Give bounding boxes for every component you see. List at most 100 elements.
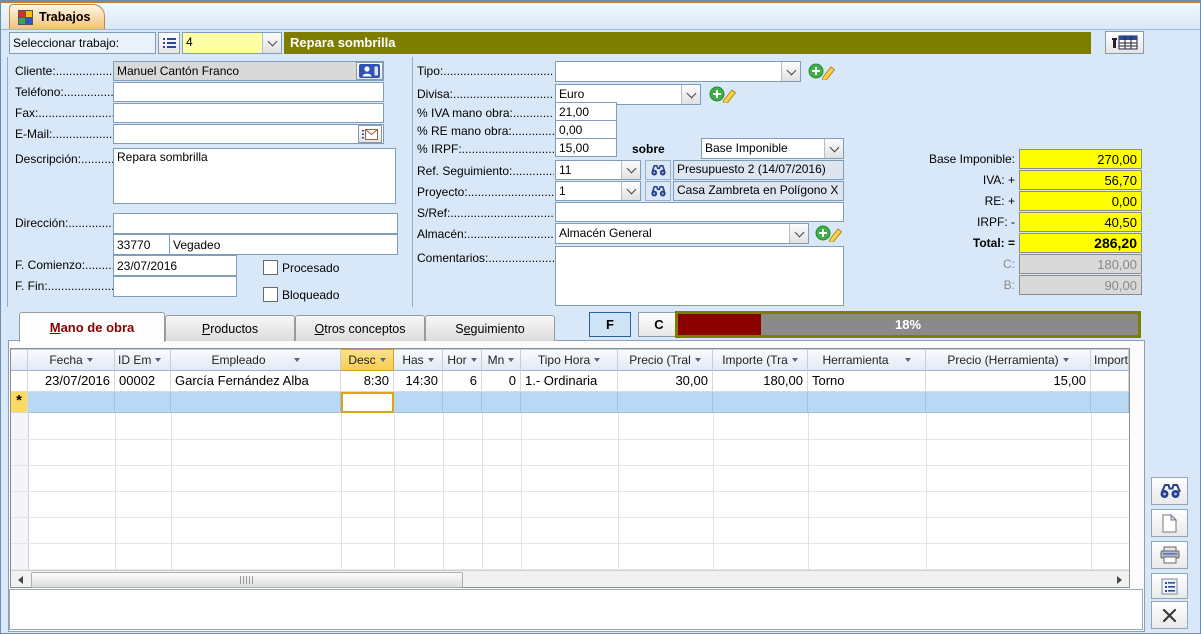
search-button[interactable] [1151,477,1188,505]
cell-mn[interactable]: 0 [482,371,521,392]
cell-fecha[interactable]: 23/07/2016 [28,371,115,392]
tab-seguimiento[interactable]: Seguimiento [425,315,555,341]
ciudad-input[interactable] [169,234,398,255]
chevron-down-icon [686,88,696,98]
new-cell-importe-herramienta[interactable] [1091,392,1129,413]
irpf-sobre-combo[interactable]: Base Imponible [701,138,844,159]
new-cell-precio-herramienta[interactable] [926,392,1091,413]
almacen-dropdown[interactable] [789,224,808,243]
new-cell-herramienta[interactable] [808,392,926,413]
ref-seguimiento-dropdown[interactable] [621,161,640,179]
ref-seguimiento-combo[interactable]: 11 [555,160,641,180]
f-comienzo-input[interactable] [113,255,237,276]
job-list-button[interactable] [158,32,180,54]
almacen-edit-button[interactable] [813,223,847,243]
irpf-input[interactable] [555,138,617,157]
proyecto-dropdown[interactable] [621,182,640,200]
row-selector[interactable] [11,371,28,392]
tab-trabajos[interactable]: Trabajos [9,4,105,29]
col-header-fecha[interactable]: Fecha [28,349,115,371]
scroll-right-button[interactable] [1111,572,1128,587]
almacen-combo[interactable]: Almacén General [555,223,809,244]
cell-tipo-hora[interactable]: 1.- Ordinaria [521,371,618,392]
cell-empleado[interactable]: García Fernández Alba [171,371,341,392]
descripcion-textarea[interactable]: Repara sombrilla [113,148,396,204]
job-number-dropdown[interactable] [262,33,281,53]
new-cell-has[interactable] [394,392,443,413]
notes-icon [1161,578,1178,595]
new-cell-tipo-hora[interactable] [521,392,618,413]
sref-input[interactable] [555,202,844,222]
divisa-edit-button[interactable] [705,84,743,104]
f-button[interactable]: F [589,312,631,337]
col-header-importe-trabajador[interactable]: Importe (Tra [713,349,808,371]
new-cell-id-em[interactable] [115,392,171,413]
ref-seguimiento-search-button[interactable] [645,160,671,180]
close-button[interactable] [1151,601,1188,629]
email-input[interactable] [113,124,384,144]
new-cell-fecha[interactable] [28,392,115,413]
tipo-edit-button[interactable] [804,61,842,81]
divisa-dropdown[interactable] [681,85,700,104]
c-button[interactable]: C [638,312,680,337]
col-header-herramienta[interactable]: Herramienta [808,349,926,371]
cell-has[interactable]: 14:30 [394,371,443,392]
cell-herramienta[interactable]: Torno [808,371,926,392]
cell-precio-herramienta[interactable]: 15,00 [926,371,1091,392]
new-cell-empleado[interactable] [171,392,341,413]
scrollbar-thumb[interactable] [31,572,463,588]
telefono-input[interactable] [113,82,384,102]
contact-button[interactable] [356,62,383,80]
cp-input[interactable] [113,234,170,255]
new-cell-mn[interactable] [482,392,521,413]
col-header-desc[interactable]: Desc [341,349,394,371]
datasheet-view-button[interactable] [1105,31,1144,54]
new-cell-hor[interactable] [443,392,482,413]
tipo-combo[interactable] [555,61,801,82]
cell-importe-herramienta[interactable] [1091,371,1129,392]
col-header-precio-herramienta[interactable]: Precio (Herramienta) [926,349,1091,371]
col-header-hor[interactable]: Hor [443,349,482,371]
procesado-checkbox[interactable] [263,260,278,275]
new-row-selector[interactable]: * [11,392,28,413]
new-cell-desc-focused[interactable] [341,392,394,413]
col-header-empleado[interactable]: Empleado [171,349,341,371]
grid-horizontal-scrollbar[interactable] [11,570,1129,587]
grid-corner-header[interactable] [11,349,28,371]
col-header-has[interactable]: Has [394,349,443,371]
fax-input[interactable] [113,103,384,123]
new-record-button[interactable] [1151,509,1188,537]
cell-hor[interactable]: 6 [443,371,482,392]
col-header-precio-trabajador[interactable]: Precio (Tral [618,349,713,371]
new-cell-precio-trabajador[interactable] [618,392,713,413]
cell-desc[interactable]: 8:30 [341,371,394,392]
iva-mo-input[interactable] [555,102,617,121]
total-label: Total: = [865,236,1015,250]
re-mo-input[interactable] [555,120,617,139]
scroll-left-button[interactable] [12,572,29,587]
tab-otros-conceptos[interactable]: Otros conceptos [295,315,425,341]
notes-list-button[interactable] [1151,573,1188,599]
comentarios-textarea[interactable] [555,246,844,306]
job-number-combo[interactable]: 4 [182,32,282,54]
col-header-mn[interactable]: Mn [482,349,521,371]
direccion-input[interactable] [113,213,398,234]
print-button[interactable] [1151,541,1188,569]
tab-mano-de-obra[interactable]: Mano de obra [19,312,165,342]
email-button[interactable] [358,125,382,143]
proyecto-combo[interactable]: 1 [555,181,641,201]
new-cell-importe-trabajador[interactable] [713,392,808,413]
tipo-dropdown[interactable] [781,62,800,81]
tab-productos[interactable]: Productos [165,315,295,341]
col-header-id-em[interactable]: ID Em [115,349,171,371]
col-header-importe-herramienta[interactable]: Import [1091,349,1129,371]
f-fin-input[interactable] [113,276,237,297]
cell-importe-trabajador[interactable]: 180,00 [713,371,808,392]
cliente-input[interactable] [113,61,384,81]
cell-precio-trabajador[interactable]: 30,00 [618,371,713,392]
col-header-tipo-hora[interactable]: Tipo Hora [521,349,618,371]
irpf-sobre-dropdown[interactable] [824,139,843,158]
proyecto-search-button[interactable] [645,181,671,201]
bloqueado-checkbox[interactable] [263,287,278,302]
cell-id-em[interactable]: 00002 [115,371,171,392]
